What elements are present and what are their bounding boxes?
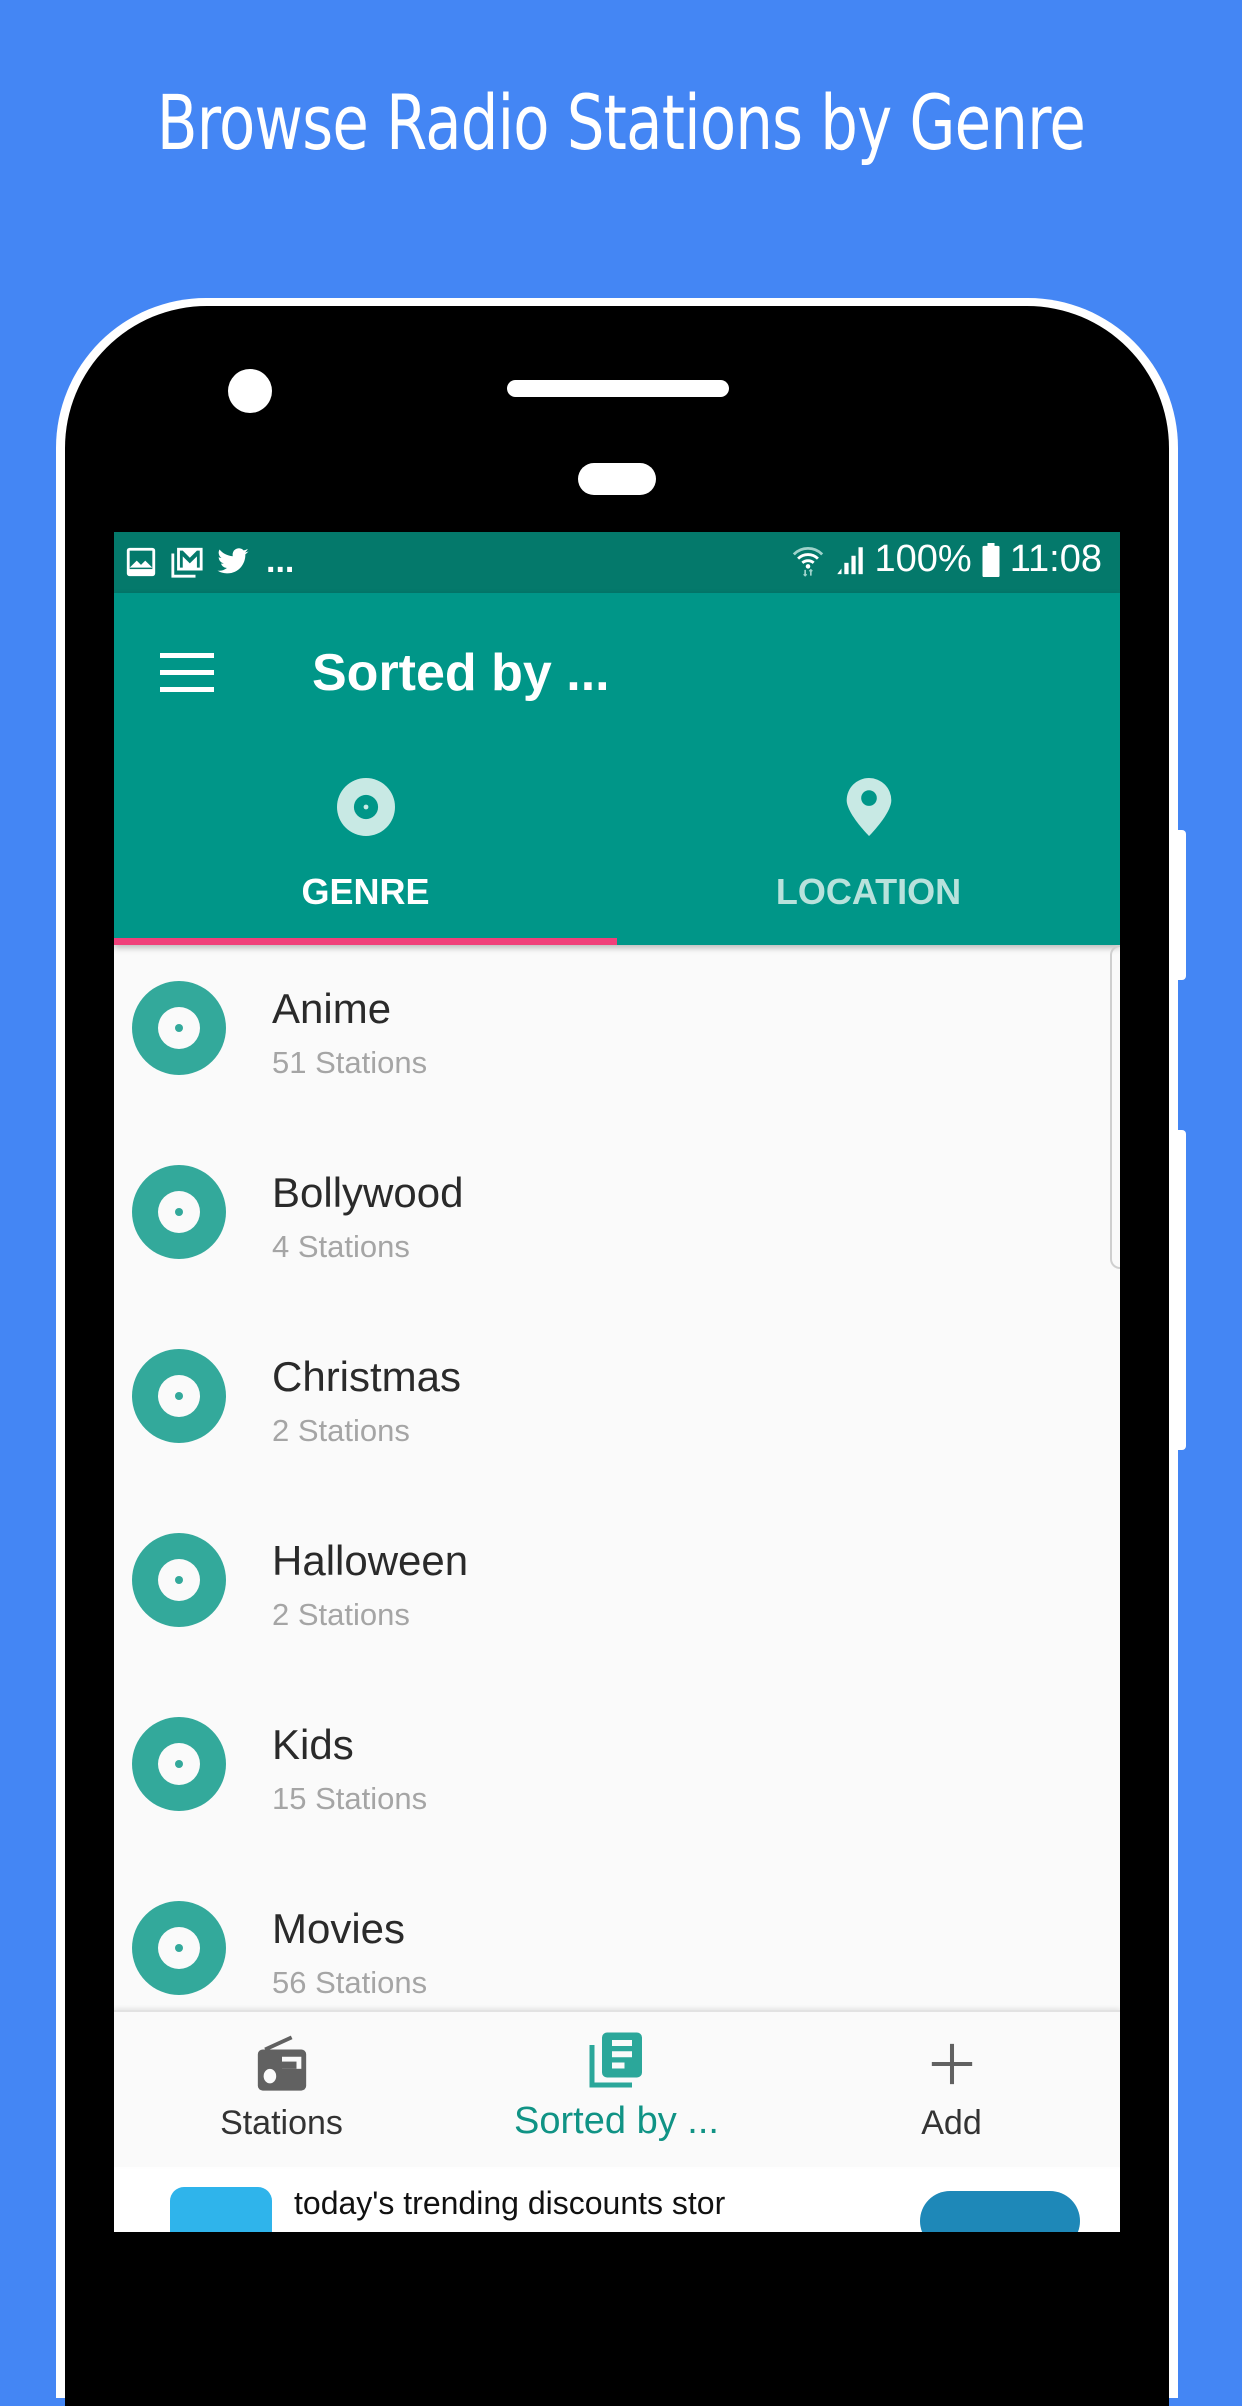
station-count: 4 Stations (272, 1229, 410, 1264)
disc-icon (132, 1717, 226, 1811)
plus-icon (931, 2043, 972, 2085)
location-pin-icon (846, 778, 891, 836)
list-item-anime[interactable]: Anime 51 Stations (114, 945, 1120, 1129)
gmail-icon (171, 547, 203, 578)
promo-headline: Browse Radio Stations by Genre (156, 78, 1086, 167)
wifi-icon (792, 546, 823, 577)
disc-icon (132, 1901, 226, 1995)
bottom-navigation: Stations Sorted by ... Add (114, 2010, 1120, 2167)
page-title: Sorted by ... (312, 644, 610, 702)
station-count: 2 Stations (272, 1597, 410, 1632)
proximity-sensor (578, 463, 656, 495)
phone-screen: ... 100% 11:08 Sorted by ... GENRE LOCAT… (114, 532, 1120, 2232)
nav-add-label: Add (921, 2104, 982, 2142)
station-count: 2 Stations (272, 1413, 410, 1448)
front-camera (228, 369, 272, 413)
disc-icon (132, 1165, 226, 1259)
nav-sorted-by-label: Sorted by ... (514, 2100, 719, 2142)
nav-sorted-by[interactable]: Sorted by ... (449, 2012, 784, 2167)
ad-logo (170, 2187, 272, 2232)
status-bar: ... 100% 11:08 (114, 532, 1120, 593)
disc-icon (132, 1533, 226, 1627)
disc-icon (336, 778, 395, 836)
side-panel-handle[interactable] (1110, 945, 1120, 1269)
genre-name: Anime (272, 985, 392, 1032)
clock: 11:08 (1009, 538, 1102, 580)
station-count: 15 Stations (272, 1781, 428, 1816)
battery-icon (982, 542, 1000, 577)
tab-genre[interactable]: GENRE (114, 763, 617, 943)
station-count: 51 Stations (272, 1045, 428, 1080)
list-item-christmas[interactable]: Christmas 2 Stations (114, 1313, 1120, 1497)
gallery-icon (126, 547, 156, 576)
library-icon (589, 2032, 642, 2088)
nav-add[interactable]: Add (784, 2012, 1119, 2167)
ad-banner[interactable]: today's trending discounts stor (114, 2165, 1120, 2232)
genre-name: Movies (272, 1905, 406, 1952)
earpiece-speaker (507, 380, 729, 397)
list-item-halloween[interactable]: Halloween 2 Stations (114, 1497, 1120, 1681)
twitter-icon (217, 547, 249, 573)
station-count: 56 Stations (272, 1965, 428, 2000)
genre-name: Bollywood (272, 1169, 464, 1216)
disc-icon (132, 1349, 226, 1443)
list-item-kids[interactable]: Kids 15 Stations (114, 1681, 1120, 1865)
disc-icon (132, 981, 226, 1075)
genre-name: Christmas (272, 1353, 462, 1400)
radio-icon (257, 2035, 306, 2091)
tab-genre-label: GENRE (301, 871, 430, 912)
phone-volume-button (1176, 830, 1186, 980)
hamburger-menu-icon[interactable] (160, 653, 214, 693)
nav-stations[interactable]: Stations (114, 2012, 449, 2167)
app-bar: Sorted by ... GENRE LOCATION (114, 593, 1120, 945)
ad-cta-button[interactable] (920, 2191, 1080, 2232)
tab-location[interactable]: LOCATION (617, 763, 1120, 943)
phone-power-button (1176, 1130, 1186, 1450)
list-item-bollywood[interactable]: Bollywood 4 Stations (114, 1129, 1120, 1313)
notification-overflow: ... (266, 542, 295, 580)
signal-icon (836, 546, 863, 574)
battery-percent: 100% (874, 538, 972, 580)
nav-stations-label: Stations (220, 2104, 343, 2142)
genre-name: Halloween (272, 1537, 469, 1584)
active-tab-indicator (114, 938, 617, 945)
tab-location-label: LOCATION (775, 871, 962, 912)
ad-text: today's trending discounts stor (294, 2185, 726, 2221)
genre-name: Kids (272, 1721, 354, 1768)
